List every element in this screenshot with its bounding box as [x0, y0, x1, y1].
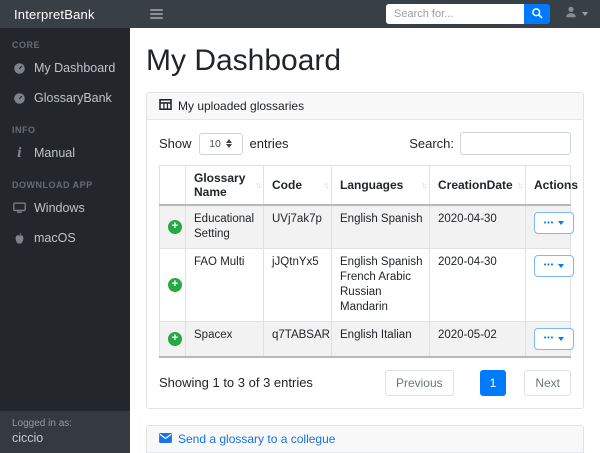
ellipsis-icon: •••	[543, 219, 555, 227]
page-title: My Dashboard	[146, 44, 342, 77]
expand-row-button[interactable]: +	[168, 278, 182, 293]
cell-languages: English Spanish	[331, 205, 430, 249]
chevron-down-icon	[558, 221, 565, 225]
ellipsis-icon: •••	[543, 335, 555, 343]
entries-label: entries	[249, 136, 289, 151]
table-icon	[159, 99, 172, 113]
glossaries-table: Glossary Name ↑↓ Code ↑↓ Languages ↑↓ Creat…	[159, 165, 578, 358]
row-actions-dropdown-button[interactable]: •••	[534, 254, 574, 277]
sidebar-item-macos[interactable]: macOS	[0, 223, 130, 253]
sidebar-item-label: macOS	[34, 231, 76, 245]
pagination-next-button[interactable]: Next	[524, 369, 571, 396]
tachometer-icon	[12, 92, 27, 105]
info-icon: i	[17, 145, 22, 161]
send-glossary-link[interactable]: Send a glossary to a collegue	[159, 432, 335, 446]
glossaries-card: My uploaded glossaries Show 10 entries S…	[146, 92, 584, 409]
table-header-row: Glossary Name ↑↓ Code ↑↓ Languages ↑↓ Creat…	[159, 165, 578, 206]
sidebar-item-label: Windows	[34, 201, 85, 215]
row-actions-dropdown-button[interactable]: •••	[534, 327, 574, 350]
table-row: + FAO Multi jJQtnYx5 English Spanish Fre…	[159, 248, 574, 322]
top-navbar: InterpretBank	[0, 0, 600, 28]
sidebar-footer: Logged in as: ciccio	[0, 411, 130, 453]
user-menu[interactable]	[564, 5, 588, 24]
sidebar-item-glossarybank[interactable]: GlossaryBank	[0, 83, 130, 113]
desktop-icon	[12, 202, 27, 214]
cell-languages: English Italian	[331, 321, 430, 358]
navbar-search-form	[386, 4, 550, 24]
sidebar-toggle-icon[interactable]	[146, 5, 167, 23]
main-content: My Dashboard My uploaded glossaries Show…	[130, 28, 600, 453]
select-arrows-icon	[225, 139, 232, 148]
sort-icon: ↑↓	[323, 180, 330, 190]
glossaries-card-body: Show 10 entries Search: Glossary Name ↑↓…	[147, 120, 583, 408]
logged-in-as-label: Logged in as:	[12, 418, 73, 429]
ellipsis-icon: •••	[543, 262, 555, 270]
cell-languages: English Spanish French Arabic Russian Ma…	[331, 248, 430, 322]
sort-icon: ↑↓	[562, 180, 569, 190]
sidebar-item-label: GlossaryBank	[34, 91, 112, 105]
user-icon	[564, 5, 578, 24]
table-search-input[interactable]	[460, 132, 571, 155]
cell-glossary-name: Spacex	[185, 321, 264, 358]
sidebar-heading-core: CORE	[12, 40, 41, 50]
send-glossary-card-header: Send a glossary to a collegue	[147, 425, 583, 453]
page-length-select[interactable]: 10	[198, 132, 243, 155]
cell-code: UVj7ak7p	[263, 205, 332, 249]
column-header-actions[interactable]: Actions ↑↓	[525, 165, 578, 206]
show-label: Show	[159, 136, 192, 151]
envelope-icon	[159, 432, 172, 446]
cell-creation-date: 2020-05-02	[429, 321, 526, 358]
expand-row-button[interactable]: +	[168, 220, 182, 235]
sidebar: CORE My Dashboard GlossaryBank INFO i Ma…	[0, 28, 130, 453]
sort-icon: ↑↓	[517, 180, 524, 190]
pagination-previous-button[interactable]: Previous	[384, 369, 454, 396]
page-length-value: 10	[209, 137, 221, 150]
cell-creation-date: 2020-04-30	[429, 248, 526, 322]
logged-in-username: ciccio	[12, 431, 44, 445]
cell-creation-date: 2020-04-30	[429, 205, 526, 249]
glossaries-card-header: My uploaded glossaries	[147, 93, 583, 120]
app-brand[interactable]: InterpretBank	[0, 7, 130, 22]
row-actions-dropdown-button[interactable]: •••	[534, 212, 574, 234]
sort-icon: ↑↓	[255, 180, 262, 190]
navbar-search-input[interactable]	[386, 4, 524, 24]
send-glossary-card: Send a glossary to a collegue	[146, 424, 584, 453]
table-row: + Spacex q7TABSAR English Italian 2020-0…	[159, 321, 574, 358]
search-label: Search:	[409, 136, 454, 151]
sidebar-item-my-dashboard[interactable]: My Dashboard	[0, 53, 130, 83]
sidebar-item-windows[interactable]: Windows	[0, 193, 130, 223]
tachometer-icon	[12, 62, 27, 75]
column-header-code[interactable]: Code ↑↓	[263, 165, 332, 206]
navbar-search-button[interactable]	[524, 4, 550, 24]
sidebar-heading-download-app: DOWNLOAD APP	[12, 180, 93, 190]
cell-glossary-name: FAO Multi	[185, 248, 264, 322]
sidebar-item-label: My Dashboard	[34, 61, 116, 75]
pagination-page-1-button[interactable]: 1	[479, 369, 507, 396]
sidebar-item-label: Manual	[34, 146, 75, 160]
table-search-control: Search:	[409, 132, 571, 155]
page-length-control: Show 10 entries	[159, 132, 289, 155]
send-glossary-link-label: Send a glossary to a collegue	[178, 431, 336, 446]
cell-code: q7TABSAR	[263, 321, 332, 358]
pagination: Previous 1 Next	[384, 369, 571, 396]
apple-icon	[12, 232, 27, 245]
sidebar-item-manual[interactable]: i Manual	[0, 138, 130, 168]
column-header-languages[interactable]: Languages ↑↓	[331, 165, 430, 206]
chevron-down-icon	[558, 336, 565, 341]
column-header-creationdate[interactable]: CreationDate ↑↓	[429, 165, 526, 206]
glossaries-card-title: My uploaded glossaries	[178, 99, 305, 113]
column-header-expand	[159, 165, 186, 206]
table-info-text: Showing 1 to 3 of 3 entries	[159, 375, 313, 391]
table-row: + Educational Setting UVj7ak7p English S…	[159, 205, 574, 249]
sort-icon: ↑↓	[421, 180, 428, 190]
cell-glossary-name: Educational Setting	[185, 205, 264, 249]
sidebar-heading-info: INFO	[12, 125, 36, 135]
chevron-down-icon	[558, 263, 565, 268]
chevron-down-icon	[582, 12, 588, 16]
expand-row-button[interactable]: +	[168, 332, 182, 347]
cell-code: jJQtnYx5	[263, 248, 332, 322]
search-icon	[531, 7, 543, 22]
column-header-glossary-name[interactable]: Glossary Name ↑↓	[185, 165, 264, 206]
